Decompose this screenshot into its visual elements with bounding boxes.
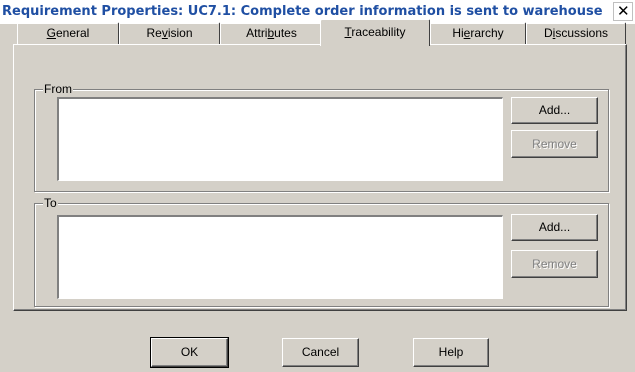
tab-general[interactable]: General <box>17 22 119 44</box>
tab-label-pre: D <box>543 26 553 40</box>
tab-hierarchy[interactable]: Hierarchy <box>430 22 526 44</box>
tab-label-post: rarchy <box>470 26 504 40</box>
tab-label-pre: Hi <box>452 26 464 40</box>
close-icon: ✕ <box>617 2 630 20</box>
tab-revision[interactable]: Revision <box>119 22 220 44</box>
window-title: Requirement Properties: UC7.1: Complete … <box>2 4 603 19</box>
requirement-properties-dialog: Requirement Properties: UC7.1: Complete … <box>0 0 635 372</box>
from-add-button[interactable]: Add... <box>511 97 598 124</box>
to-list[interactable] <box>57 215 503 299</box>
tab-label-pre: Re <box>146 26 162 40</box>
to-add-button[interactable]: Add... <box>511 214 598 241</box>
tab-discussions[interactable]: Discussions <box>526 22 626 44</box>
tab-label-post: eneral <box>55 26 90 40</box>
from-list[interactable] <box>57 97 503 181</box>
ok-button[interactable]: OK <box>150 337 229 368</box>
close-button[interactable]: ✕ <box>613 2 633 21</box>
help-button[interactable]: Help <box>413 338 489 367</box>
from-group-label: From <box>43 82 73 96</box>
tab-label-post: utes <box>274 26 297 40</box>
tab-label-post: ision <box>167 26 193 40</box>
tab-attributes[interactable]: Attributes <box>220 22 323 44</box>
tab-label-post: scussions <box>555 26 609 40</box>
tab-traceability[interactable]: Traceability <box>320 19 430 46</box>
from-remove-button[interactable]: Remove <box>511 130 598 158</box>
to-remove-button[interactable]: Remove <box>511 250 598 278</box>
cancel-button[interactable]: Cancel <box>282 338 359 367</box>
title-bar: Requirement Properties: UC7.1: Complete … <box>0 0 635 24</box>
tab-label-post: raceability <box>351 25 406 39</box>
to-group-label: To <box>43 196 58 210</box>
tab-label-key: G <box>46 26 56 40</box>
tab-label-pre: Attri <box>246 26 268 40</box>
